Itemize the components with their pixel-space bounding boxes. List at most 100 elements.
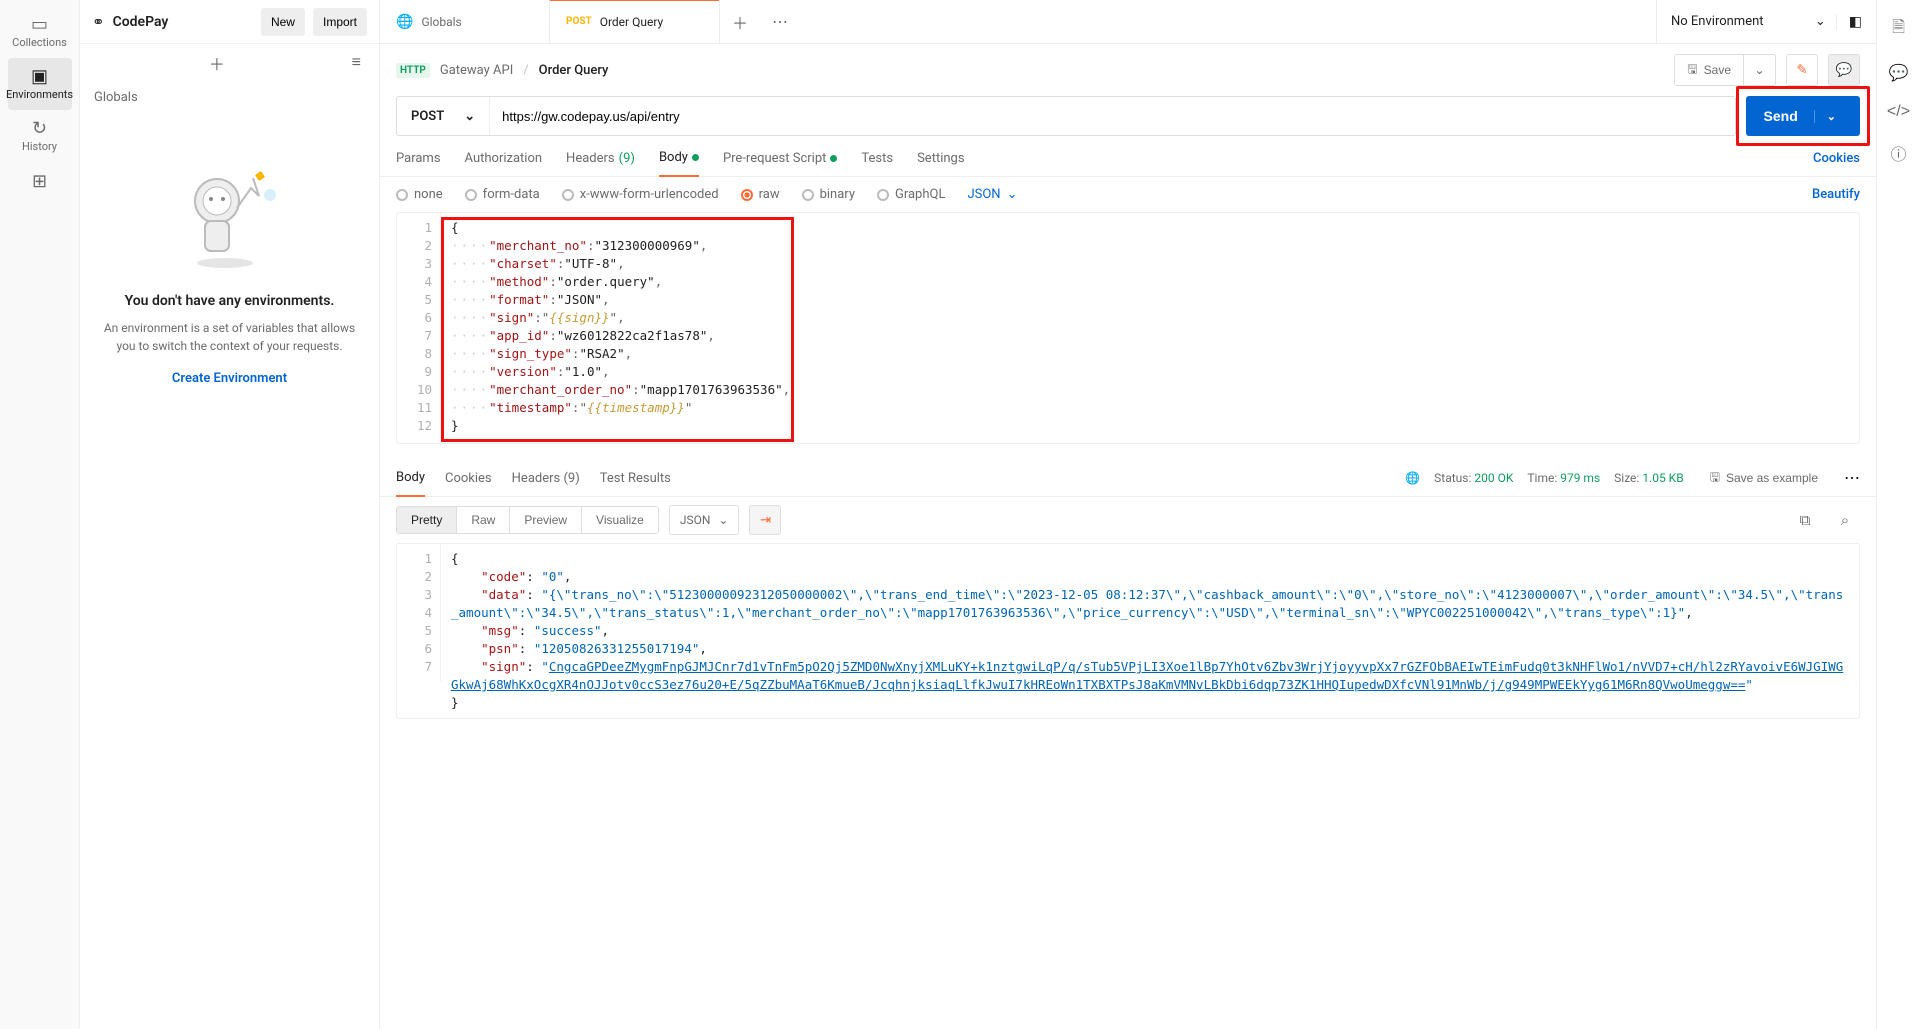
- save-example-label: Save as example: [1726, 471, 1818, 485]
- save-button[interactable]: 🖫 Save: [1674, 54, 1744, 86]
- beautify-link[interactable]: Beautify: [1812, 187, 1860, 202]
- sidebar: ⚭ CodePay New Import ＋ ≡ Globals You don: [80, 0, 380, 1029]
- chevron-down-icon: ⌄: [718, 513, 728, 527]
- save-label: Save: [1704, 63, 1731, 77]
- url-bar: POST ⌄: [396, 96, 1736, 136]
- filter-button[interactable]: ≡: [344, 50, 369, 76]
- save-caret-button[interactable]: ⌄: [1744, 54, 1776, 86]
- comments-icon[interactable]: 💬: [1889, 63, 1909, 83]
- empty-state: You don't have any environments. An envi…: [80, 113, 379, 1029]
- response-toolbar: Pretty Raw Preview Visualize JSON ⌄ ⇥ ⧉ …: [380, 497, 1876, 543]
- chevron-down-icon: ⌄: [1814, 110, 1836, 123]
- chevron-down-icon: ⌄: [1007, 187, 1018, 202]
- request-code[interactable]: {"merchant_no":"312300000969","charset":…: [441, 213, 1859, 443]
- raw-format-selector[interactable]: JSON⌄: [967, 187, 1017, 202]
- workspace-icon: ⚭: [92, 13, 105, 31]
- environment-selector[interactable]: No Environment ⌄ ◧: [1656, 0, 1876, 43]
- response-tabs: Body Cookies Headers (9) Test Results 🌐 …: [380, 460, 1876, 497]
- resp-tab-tests[interactable]: Test Results: [600, 461, 671, 496]
- resp-tab-headers-label: Headers: [512, 471, 561, 486]
- save-icon: 🖫: [1710, 468, 1720, 489]
- astronaut-illustration: [165, 153, 295, 273]
- url-input[interactable]: [490, 97, 1734, 135]
- tabs-row: 🌐 Globals POST Order Query ＋ ⋯ No Enviro…: [380, 0, 1876, 44]
- radio-none[interactable]: none: [396, 187, 443, 202]
- import-button[interactable]: Import: [313, 8, 367, 36]
- view-preview[interactable]: Preview: [510, 507, 582, 533]
- response-format-selector[interactable]: JSON ⌄: [669, 505, 740, 535]
- tab-body[interactable]: Body: [659, 150, 699, 177]
- wrap-lines-button[interactable]: ⇥: [749, 505, 781, 535]
- radio-binary[interactable]: binary: [802, 187, 855, 202]
- radio-xform[interactable]: x-www-form-urlencoded: [562, 187, 719, 202]
- left-rail-more[interactable]: ⊞: [8, 162, 72, 202]
- resp-tab-headers[interactable]: Headers (9): [512, 461, 580, 496]
- radio-label: form-data: [483, 187, 540, 202]
- resp-tab-body[interactable]: Body: [396, 460, 425, 497]
- left-rail-collections[interactable]: ▭ Collections: [8, 6, 72, 58]
- workspace-name: CodePay: [113, 14, 169, 30]
- resp-headers-count: (9): [563, 471, 579, 486]
- comments-button[interactable]: 💬: [1828, 54, 1860, 86]
- resp-tab-cookies[interactable]: Cookies: [445, 461, 492, 496]
- env-quicklook-icon[interactable]: ◧: [1836, 14, 1862, 30]
- sidebar-header: ⚭ CodePay New Import: [80, 0, 379, 44]
- radio-label: none: [414, 187, 443, 202]
- response-body-editor[interactable]: 1234567 { "code": "0", "data": "{\"trans…: [396, 543, 1860, 719]
- save-icon: 🖫: [1687, 60, 1697, 81]
- tab-settings[interactable]: Settings: [917, 151, 964, 176]
- edit-button[interactable]: ✎: [1786, 54, 1818, 86]
- breadcrumb-row: HTTP Gateway API / Order Query 🖫 Save ⌄ …: [380, 44, 1876, 96]
- response-code[interactable]: { "code": "0", "data": "{\"trans_no\":\"…: [441, 544, 1859, 718]
- collections-icon: ▭: [31, 16, 48, 34]
- cookies-link[interactable]: Cookies: [1813, 151, 1860, 176]
- breadcrumb-sep: /: [523, 63, 528, 78]
- add-env-button[interactable]: ＋: [201, 47, 233, 79]
- tab-authorization[interactable]: Authorization: [465, 151, 543, 176]
- method-selector[interactable]: POST ⌄: [397, 97, 490, 135]
- radio-form-data[interactable]: form-data: [465, 187, 540, 202]
- request-body-editor[interactable]: 123456789101112 {"merchant_no":"31230000…: [396, 212, 1860, 444]
- chevron-down-icon: ⌄: [464, 109, 475, 124]
- method-label: POST: [411, 109, 444, 124]
- documentation-icon[interactable]: 🗎: [1892, 16, 1905, 43]
- url-row: POST ⌄ Send ⌄: [380, 96, 1876, 136]
- format-label: JSON: [680, 513, 711, 527]
- response-gutter: 1234567: [397, 544, 441, 682]
- info-icon[interactable]: ⓘ: [1890, 141, 1906, 165]
- left-rail-label: Collections: [12, 36, 67, 49]
- search-response-button[interactable]: ⌕: [1830, 505, 1860, 535]
- left-rail-history[interactable]: ↻ History: [8, 110, 72, 162]
- breadcrumb-collection[interactable]: Gateway API: [440, 63, 513, 78]
- send-button[interactable]: Send ⌄: [1746, 96, 1860, 136]
- response-more-button[interactable]: ⋯: [1844, 468, 1860, 488]
- radio-graphql[interactable]: GraphQL: [877, 187, 945, 202]
- tab-tests[interactable]: Tests: [861, 151, 893, 176]
- tab-overflow-button[interactable]: ⋯: [760, 0, 800, 43]
- chevron-down-icon: ⌄: [1815, 14, 1826, 29]
- radio-label: raw: [759, 187, 780, 202]
- tab-order-query[interactable]: POST Order Query: [550, 0, 720, 43]
- tab-headers[interactable]: Headers (9): [566, 151, 635, 176]
- view-pretty[interactable]: Pretty: [397, 507, 457, 533]
- radio-label: x-www-form-urlencoded: [580, 187, 719, 202]
- sidebar-section-globals[interactable]: Globals: [80, 82, 379, 113]
- tab-prerequest[interactable]: Pre-request Script: [723, 151, 837, 176]
- tab-globals[interactable]: 🌐 Globals: [380, 0, 550, 43]
- tab-headers-label: Headers: [566, 151, 615, 166]
- view-raw[interactable]: Raw: [457, 507, 510, 533]
- save-example-button[interactable]: 🖫 Save as example: [1698, 462, 1830, 494]
- tab-params[interactable]: Params: [396, 151, 441, 176]
- new-button[interactable]: New: [261, 8, 305, 36]
- script-modified-dot: [830, 155, 837, 162]
- copy-response-button[interactable]: ⧉: [1790, 505, 1820, 535]
- code-icon[interactable]: </>: [1887, 103, 1910, 121]
- add-tab-button[interactable]: ＋: [720, 0, 760, 43]
- view-visualize[interactable]: Visualize: [582, 507, 658, 533]
- left-rail-environments[interactable]: ▣ Environments: [8, 58, 72, 110]
- create-environment-link[interactable]: Create Environment: [172, 371, 287, 386]
- environments-icon: ▣: [31, 68, 48, 86]
- radio-raw[interactable]: raw: [741, 187, 780, 202]
- sidebar-toolbar: ＋ ≡: [80, 44, 379, 82]
- radio-label: binary: [820, 187, 855, 202]
